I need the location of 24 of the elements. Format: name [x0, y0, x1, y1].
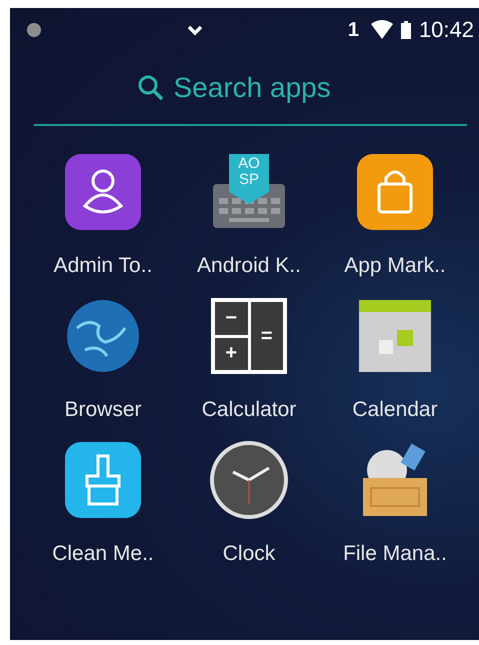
app-label[interactable]: File Mana..: [343, 542, 447, 566]
calculator-icon[interactable]: − = +: [211, 298, 287, 374]
globe-icon[interactable]: [65, 298, 141, 374]
app-label[interactable]: Clock: [222, 542, 276, 566]
search-field[interactable]: Search apps: [174, 72, 364, 104]
clock-icon[interactable]: [209, 440, 289, 520]
search-icon[interactable]: [138, 75, 164, 101]
app-label[interactable]: Calculator: [202, 398, 296, 422]
shopping-bag-icon[interactable]: [357, 154, 433, 230]
app-label[interactable]: Browser: [64, 398, 142, 422]
wifi-icon: [370, 20, 393, 40]
person-icon[interactable]: [65, 154, 141, 230]
brush-icon[interactable]: [65, 442, 141, 518]
calendar-icon[interactable]: [357, 298, 433, 374]
app-label[interactable]: App Mark..: [344, 254, 446, 278]
status-time: 10:42: [418, 17, 474, 43]
notification-count: 1: [348, 18, 359, 42]
app-label[interactable]: Calendar: [352, 398, 438, 422]
app-label[interactable]: Clean Me..: [52, 542, 154, 566]
app-label[interactable]: Android K..: [197, 254, 301, 278]
dot-icon: [26, 22, 42, 38]
battery-icon: [400, 21, 411, 39]
chevron-down-icon[interactable]: [186, 24, 203, 36]
app-label[interactable]: Admin To..: [54, 254, 152, 278]
